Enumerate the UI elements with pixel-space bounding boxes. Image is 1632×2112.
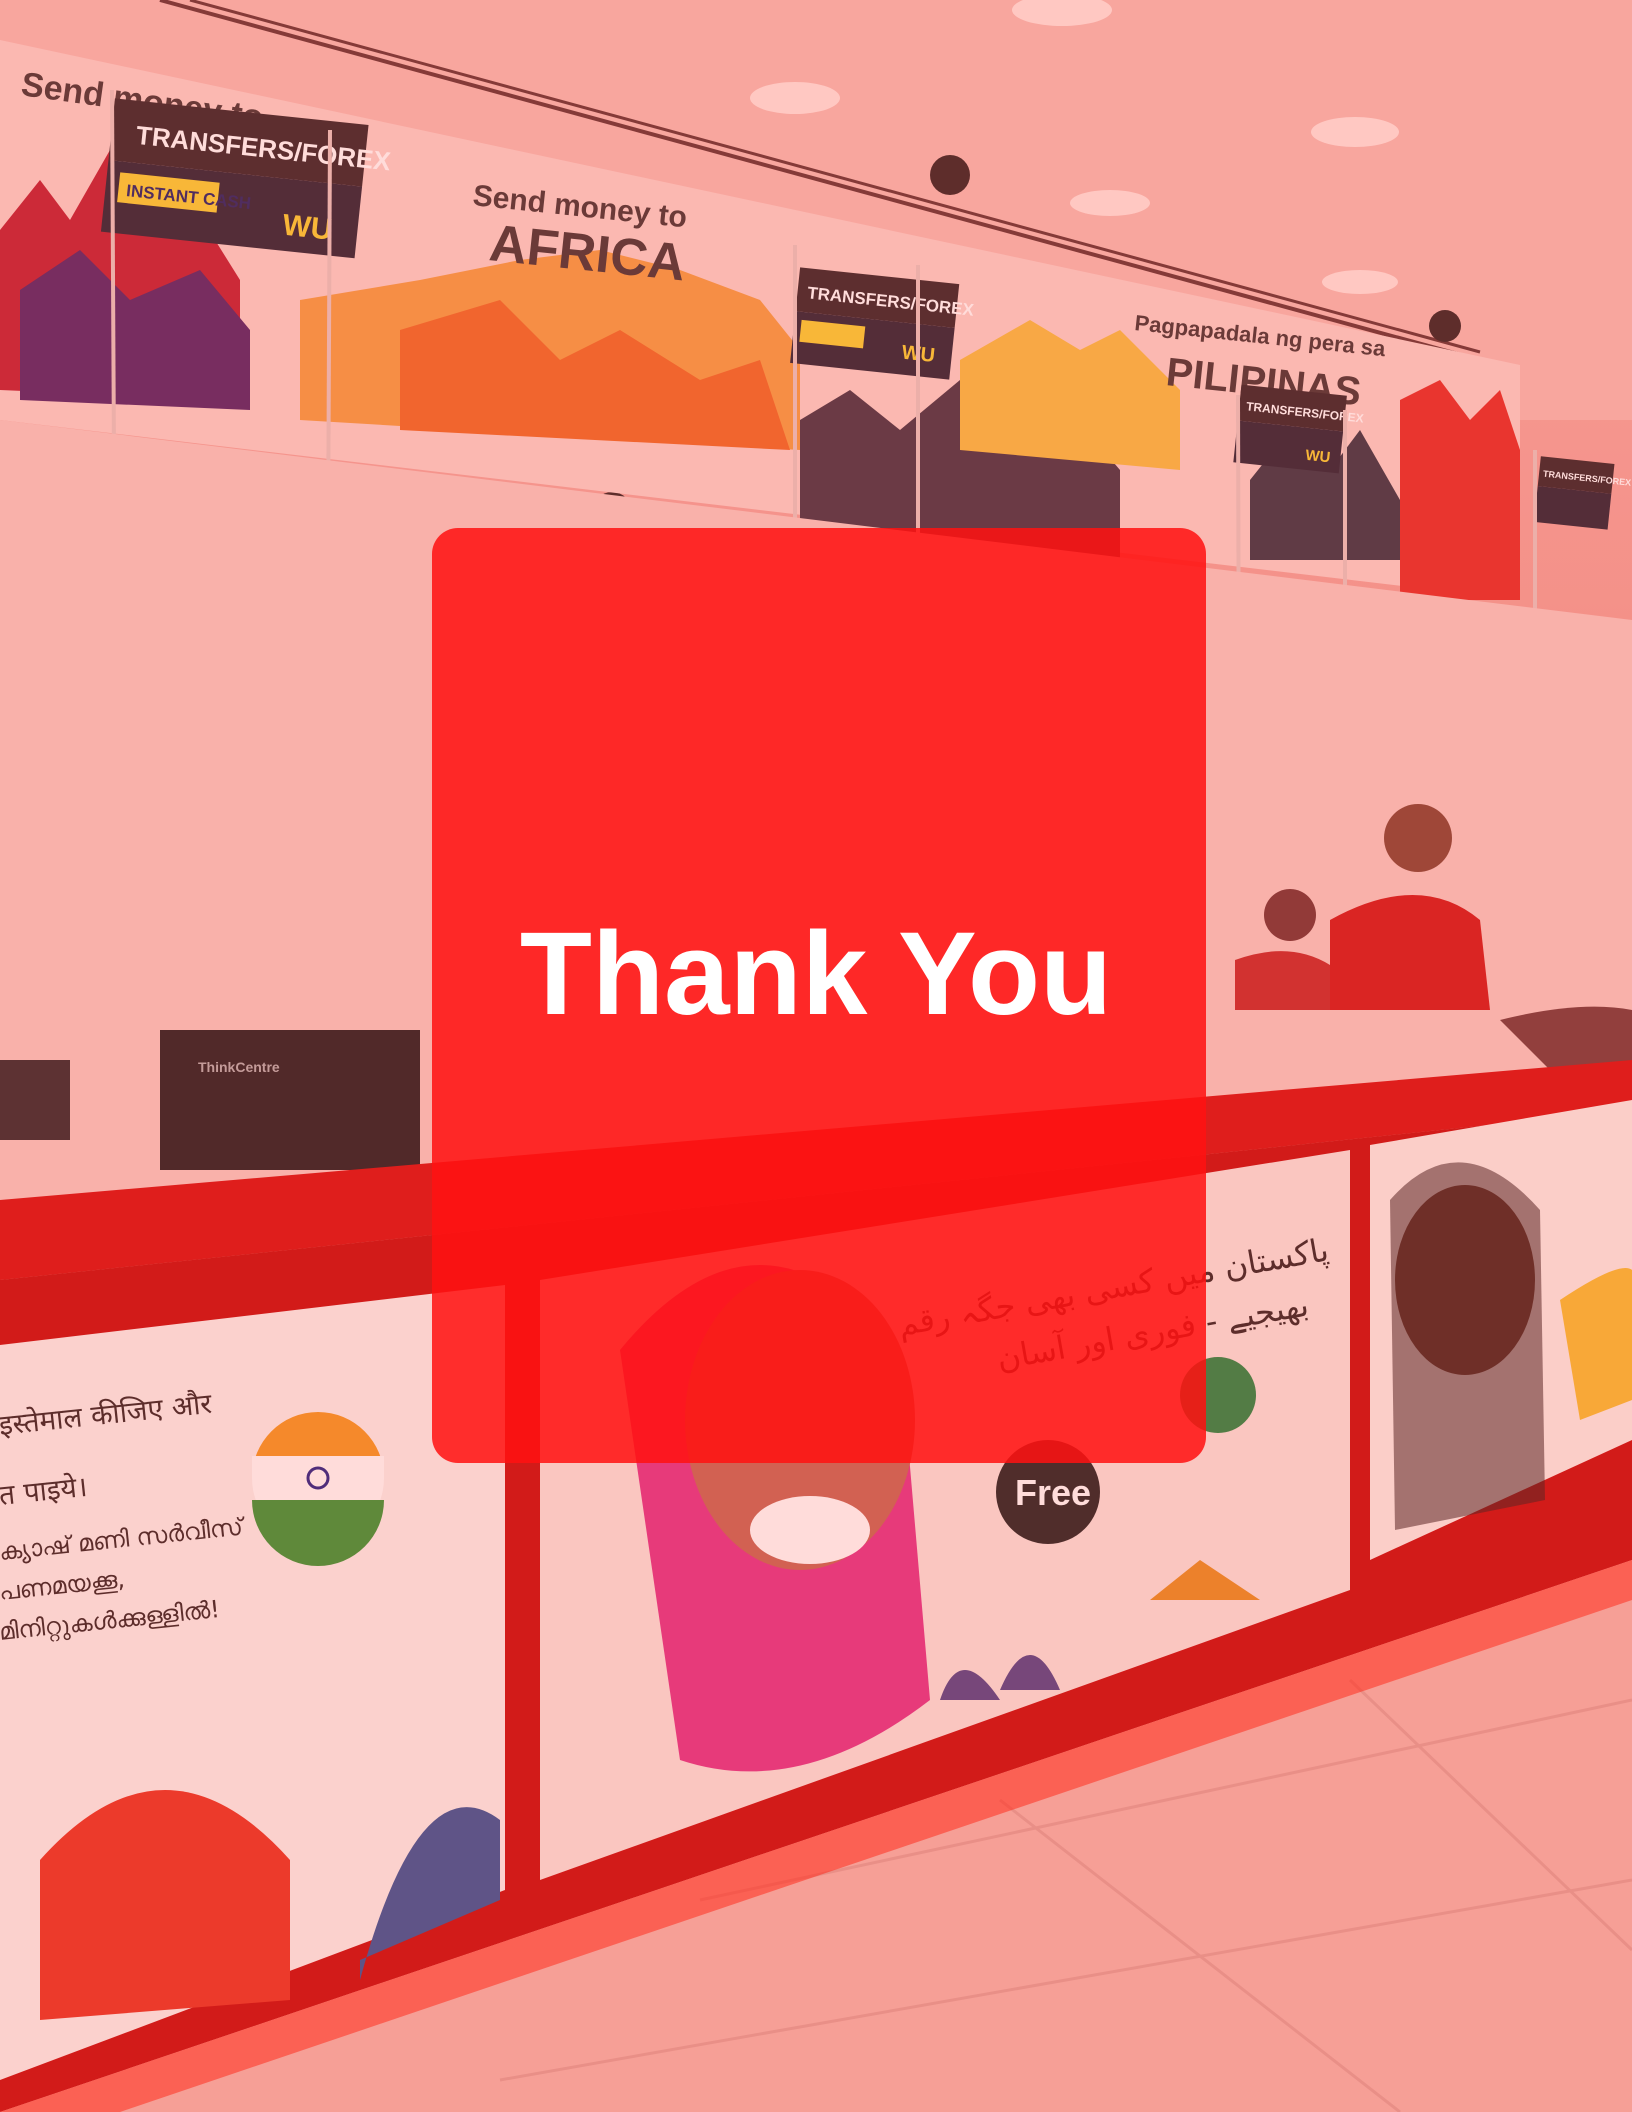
philippines-skyline-red [1400, 380, 1520, 600]
wu-logo: WU [1305, 447, 1332, 467]
free-badge-label: Free [1015, 1472, 1091, 1513]
monitor-brand: ThinkCentre [198, 1059, 280, 1075]
counter-notice [0, 1060, 70, 1140]
counter-sign-2: TRANSFERS/FOREX WU [790, 267, 975, 380]
counter-sign-4: TRANSFERS/FOREX [1533, 456, 1632, 530]
ceiling-light [750, 82, 840, 114]
slide-title: Thank You [519, 908, 1113, 1040]
taj-mahal-illustration [40, 1790, 290, 2020]
slide-page: Send money to AFRICA Send money to Pagpa… [0, 0, 1632, 2112]
wu-logo: WU [281, 209, 334, 247]
ceiling-light [1070, 190, 1150, 216]
staff-head [1384, 804, 1452, 872]
girl-smile [750, 1496, 870, 1564]
security-camera [930, 155, 970, 195]
monitor [160, 1030, 420, 1170]
ceiling-light [1322, 270, 1398, 294]
ceiling-light [1311, 117, 1399, 147]
security-camera [1429, 310, 1461, 342]
child-braids [1390, 1162, 1545, 1530]
